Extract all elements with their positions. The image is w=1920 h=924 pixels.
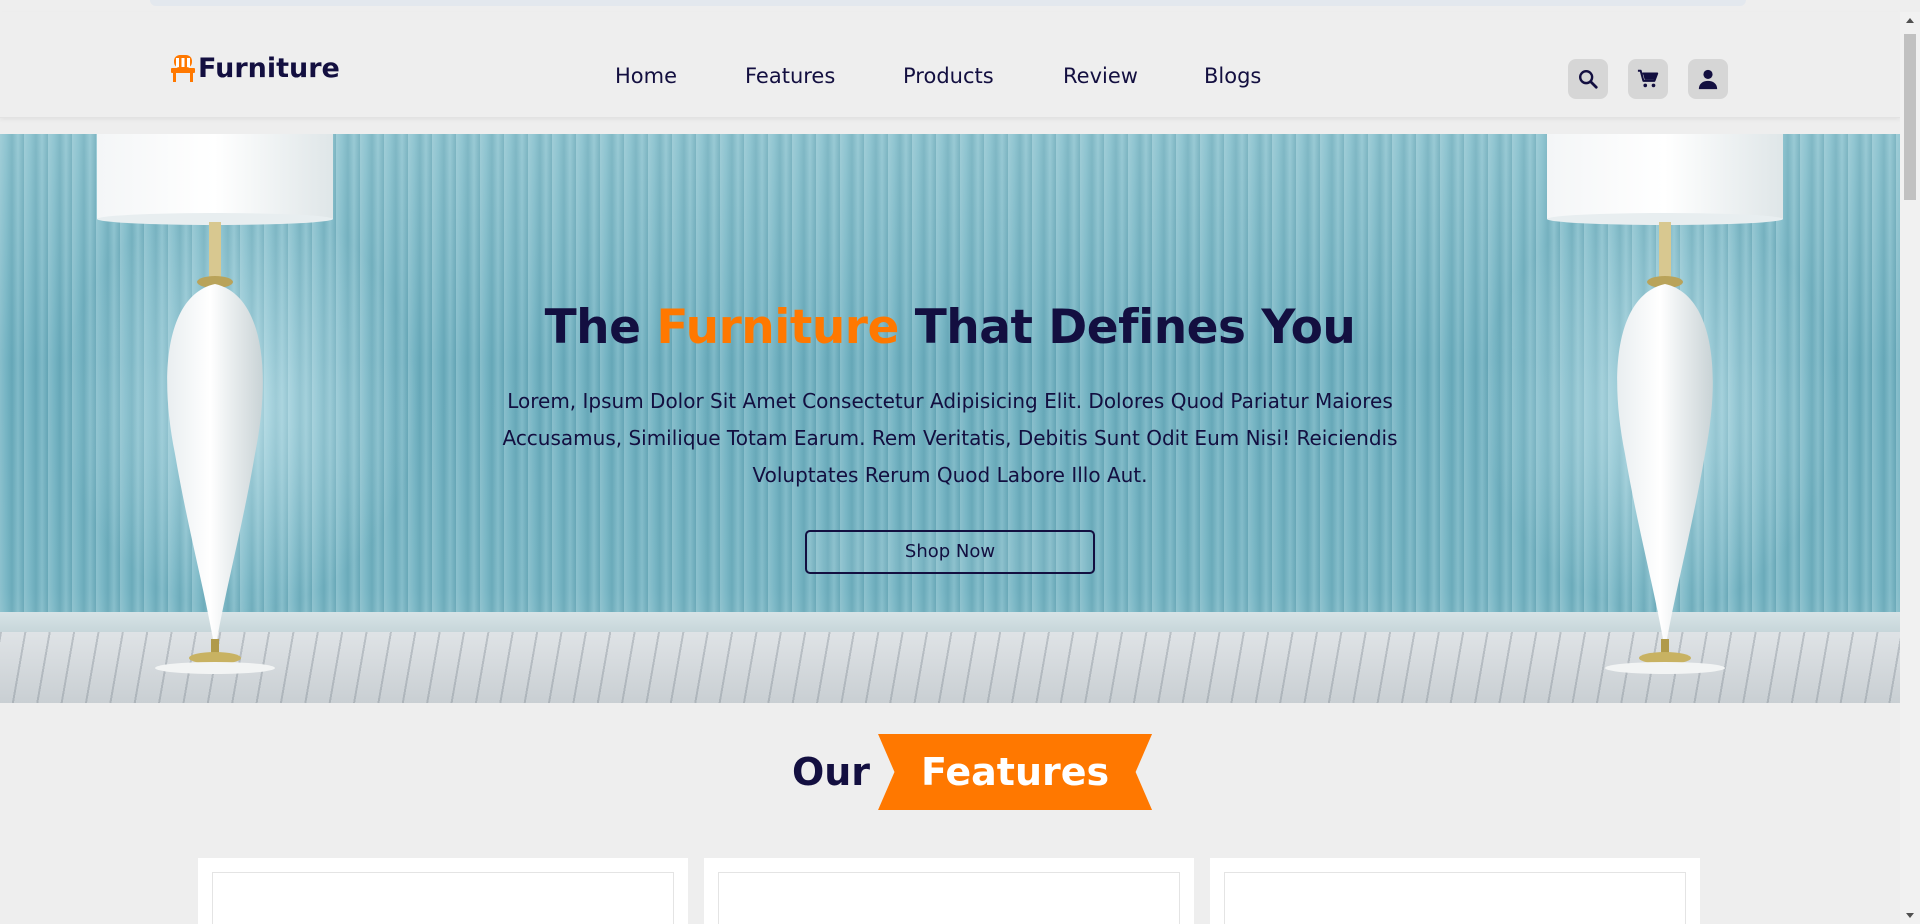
feature-card — [704, 858, 1194, 924]
user-icon — [1698, 69, 1718, 90]
account-button[interactable] — [1688, 59, 1728, 99]
scroll-thumb[interactable] — [1904, 34, 1916, 200]
feature-card-inner — [212, 872, 674, 924]
page: Furniture Home Features Products Review … — [0, 0, 1900, 924]
feature-card-inner — [1224, 872, 1686, 924]
nav-review[interactable]: Review — [1063, 64, 1138, 88]
hero-description: Lorem, Ipsum Dolor Sit Amet Consectetur … — [502, 389, 1398, 487]
page-scrollbar[interactable] — [1900, 12, 1920, 924]
features-heading-ribbon-text: Features — [920, 750, 1110, 794]
header-icons — [1568, 59, 1728, 99]
feature-card — [198, 858, 688, 924]
hero-content: The Furniture That Defines You Lorem, Ip… — [460, 300, 1440, 574]
search-button[interactable] — [1568, 59, 1608, 99]
scroll-up-icon[interactable] — [1905, 16, 1915, 26]
shop-now-button[interactable]: Shop Now — [805, 530, 1095, 574]
nav-home[interactable]: Home — [615, 64, 677, 88]
cart-button[interactable] — [1628, 59, 1668, 99]
site-header: Furniture Home Features Products Review … — [0, 12, 1900, 118]
features-heading-plain: Our — [791, 750, 871, 794]
floor-lamp-left — [97, 134, 333, 674]
hero-section: The Furniture That Defines You Lorem, Ip… — [0, 134, 1900, 703]
feature-card — [1210, 858, 1700, 924]
nav-products[interactable]: Products — [903, 64, 994, 88]
nav-blogs[interactable]: Blogs — [1204, 64, 1261, 88]
features-ribbon: Features — [878, 734, 1153, 810]
cart-icon — [1637, 69, 1659, 88]
nav-features[interactable]: Features — [745, 64, 835, 88]
features-heading: Our Features — [0, 734, 1900, 810]
search-icon — [1579, 70, 1598, 89]
floor-lamp-right — [1547, 134, 1783, 674]
hero-title-accent: Furniture — [656, 300, 899, 355]
scroll-down-icon[interactable] — [1905, 910, 1915, 920]
hero-title: The Furniture That Defines You — [544, 300, 1356, 355]
feature-card-inner — [718, 872, 1180, 924]
browser-top-edge — [150, 0, 1746, 6]
